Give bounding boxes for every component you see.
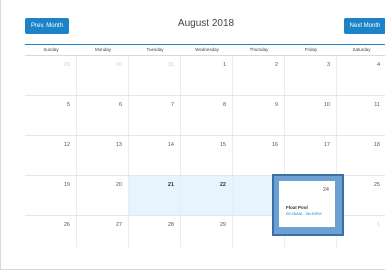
day-number: 13 — [115, 142, 122, 148]
day-cell[interactable]: 1 — [181, 56, 233, 95]
day-number: 17 — [323, 142, 330, 148]
day-number: 7 — [170, 102, 174, 108]
day-number: 28 — [167, 222, 174, 228]
dow-monday: Monday — [94, 47, 111, 52]
day-number: 15 — [219, 142, 226, 148]
day-number: 18 — [373, 142, 380, 148]
day-number: 1 — [222, 62, 226, 68]
day-cell[interactable]: 19 — [25, 176, 77, 215]
day-cell[interactable]: 18 — [337, 136, 385, 175]
day-number: 26 — [63, 222, 70, 228]
day-number: 16 — [271, 142, 278, 148]
day-number: 12 — [63, 142, 70, 148]
day-cell[interactable]: 4 — [337, 56, 385, 95]
prev-month-button[interactable]: Prev. Month — [25, 18, 69, 34]
day-cell[interactable]: 8 — [181, 96, 233, 135]
day-number: 19 — [63, 182, 70, 188]
day-number: 25 — [373, 182, 380, 188]
day-number: 5 — [66, 102, 70, 108]
day-cell[interactable]: 10 — [285, 96, 337, 135]
day-cell[interactable]: 11 — [337, 96, 385, 135]
day-number: 3 — [326, 62, 330, 68]
day-cell[interactable]: 5 — [25, 96, 77, 135]
day-cell[interactable]: 1 — [337, 216, 385, 247]
day-cell[interactable]: 30 — [77, 56, 129, 95]
event-title[interactable]: Float Pool — [286, 205, 308, 210]
dow-sunday: Sunday — [43, 47, 59, 52]
month-title: August 2018 — [177, 18, 235, 29]
week-row: 5 6 7 8 9 10 11 — [25, 96, 385, 136]
day-cell[interactable]: 20 — [77, 176, 129, 215]
day-number: 21 — [167, 182, 174, 188]
day-cell[interactable]: 28 — [129, 216, 181, 247]
day-cell[interactable]: 26 — [25, 216, 77, 247]
dow-tuesday: Tuesday — [146, 47, 164, 52]
day-number: 14 — [167, 142, 174, 148]
day-number: 31 — [167, 62, 174, 68]
day-cell[interactable]: 16 — [233, 136, 285, 175]
day-number: 11 — [374, 102, 380, 108]
dow-friday: Friday — [304, 47, 318, 52]
day-cell[interactable]: 15 — [181, 136, 233, 175]
dow-saturday: Saturday — [352, 47, 371, 52]
event-card[interactable]: 24 Float Pool 06:45AM - 06:45PM — [279, 181, 335, 227]
day-cell[interactable]: 2 — [233, 56, 285, 95]
day-number: 20 — [115, 182, 122, 188]
day-cell-selected[interactable]: 21 — [129, 176, 181, 215]
calendar: Prev. Month August 2018 Next Month Sunda… — [0, 0, 385, 270]
day-number: 30 — [115, 62, 122, 68]
day-cell[interactable]: 17 — [285, 136, 337, 175]
day-cell[interactable]: 7 — [129, 96, 181, 135]
day-number: 27 — [115, 222, 122, 228]
dow-wednesday: Wednesday — [195, 47, 219, 52]
day-cell[interactable]: 3 — [285, 56, 337, 95]
day-number: 10 — [323, 102, 330, 108]
day-of-week-header: Sunday Monday Tuesday Wednesday Thursday… — [25, 44, 385, 56]
day-cell[interactable]: 6 — [77, 96, 129, 135]
calendar-header: Prev. Month August 2018 Next Month — [1, 0, 385, 44]
day-cell[interactable]: 9 — [233, 96, 285, 135]
day-number: 6 — [118, 102, 122, 108]
event-time: 06:45AM - 06:45PM — [286, 211, 322, 216]
day-number: 22 — [219, 182, 226, 188]
day-cell[interactable]: 14 — [129, 136, 181, 175]
dow-thursday: Thursday — [249, 47, 269, 52]
day-cell[interactable]: 29 — [181, 216, 233, 247]
day-number: 29 — [63, 62, 70, 68]
day-number: 1 — [376, 222, 380, 228]
event-day-number: 24 — [322, 187, 329, 193]
week-row: 29 30 31 1 2 3 4 — [25, 56, 385, 96]
day-cell[interactable]: 12 — [25, 136, 77, 175]
day-cell-selected[interactable]: 22 — [181, 176, 233, 215]
next-month-button[interactable]: Next Month — [344, 18, 385, 34]
day-cell[interactable]: 31 — [129, 56, 181, 95]
day-cell[interactable]: 27 — [77, 216, 129, 247]
day-cell[interactable]: 29 — [25, 56, 77, 95]
day-cell[interactable]: 13 — [77, 136, 129, 175]
day-number: 4 — [376, 62, 380, 68]
day-cell[interactable]: 25 — [337, 176, 385, 215]
day-number: 9 — [274, 102, 278, 108]
day-number: 29 — [219, 222, 226, 228]
week-row: 12 13 14 15 16 17 18 — [25, 136, 385, 176]
day-number: 2 — [274, 62, 278, 68]
day-number: 8 — [222, 102, 226, 108]
